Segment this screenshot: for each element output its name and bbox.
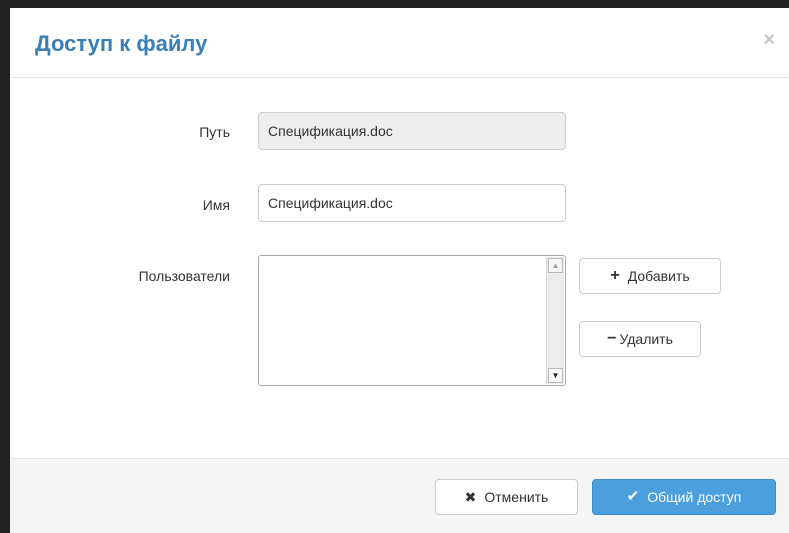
check-icon: ✔ bbox=[626, 488, 640, 505]
scroll-down-icon[interactable]: ▼ bbox=[548, 368, 563, 383]
name-label: Имя bbox=[202, 197, 230, 213]
users-listbox[interactable]: ▲ ▼ bbox=[258, 255, 566, 386]
name-input[interactable] bbox=[258, 184, 566, 222]
plus-icon: + bbox=[610, 267, 620, 284]
dialog-footer: ✖ Отменить ✔ Общий доступ bbox=[10, 458, 789, 533]
path-input[interactable] bbox=[258, 112, 566, 150]
x-icon: ✖ bbox=[464, 489, 477, 505]
dialog-title: Доступ к файлу bbox=[35, 31, 208, 56]
add-user-button[interactable]: + Добавить bbox=[579, 258, 721, 294]
cancel-button-label: Отменить bbox=[484, 489, 549, 505]
remove-user-button-label: Удалить bbox=[619, 331, 673, 347]
share-button-label: Общий доступ bbox=[647, 489, 742, 505]
path-label: Путь bbox=[199, 124, 230, 140]
share-button[interactable]: ✔ Общий доступ bbox=[592, 479, 776, 515]
remove-user-button[interactable]: − Удалить bbox=[579, 321, 701, 357]
cancel-button[interactable]: ✖ Отменить bbox=[435, 479, 578, 515]
listbox-scrollbar[interactable]: ▲ ▼ bbox=[546, 257, 564, 384]
scroll-up-icon[interactable]: ▲ bbox=[548, 258, 563, 273]
dialog-header: Доступ к файлу × bbox=[10, 8, 789, 78]
share-file-dialog: Доступ к файлу × Путь Имя Пользователи ▲… bbox=[10, 8, 789, 533]
add-user-button-label: Добавить bbox=[627, 268, 690, 284]
close-icon[interactable]: × bbox=[763, 30, 775, 50]
users-label: Пользователи bbox=[138, 268, 230, 284]
minus-icon: − bbox=[607, 330, 617, 347]
